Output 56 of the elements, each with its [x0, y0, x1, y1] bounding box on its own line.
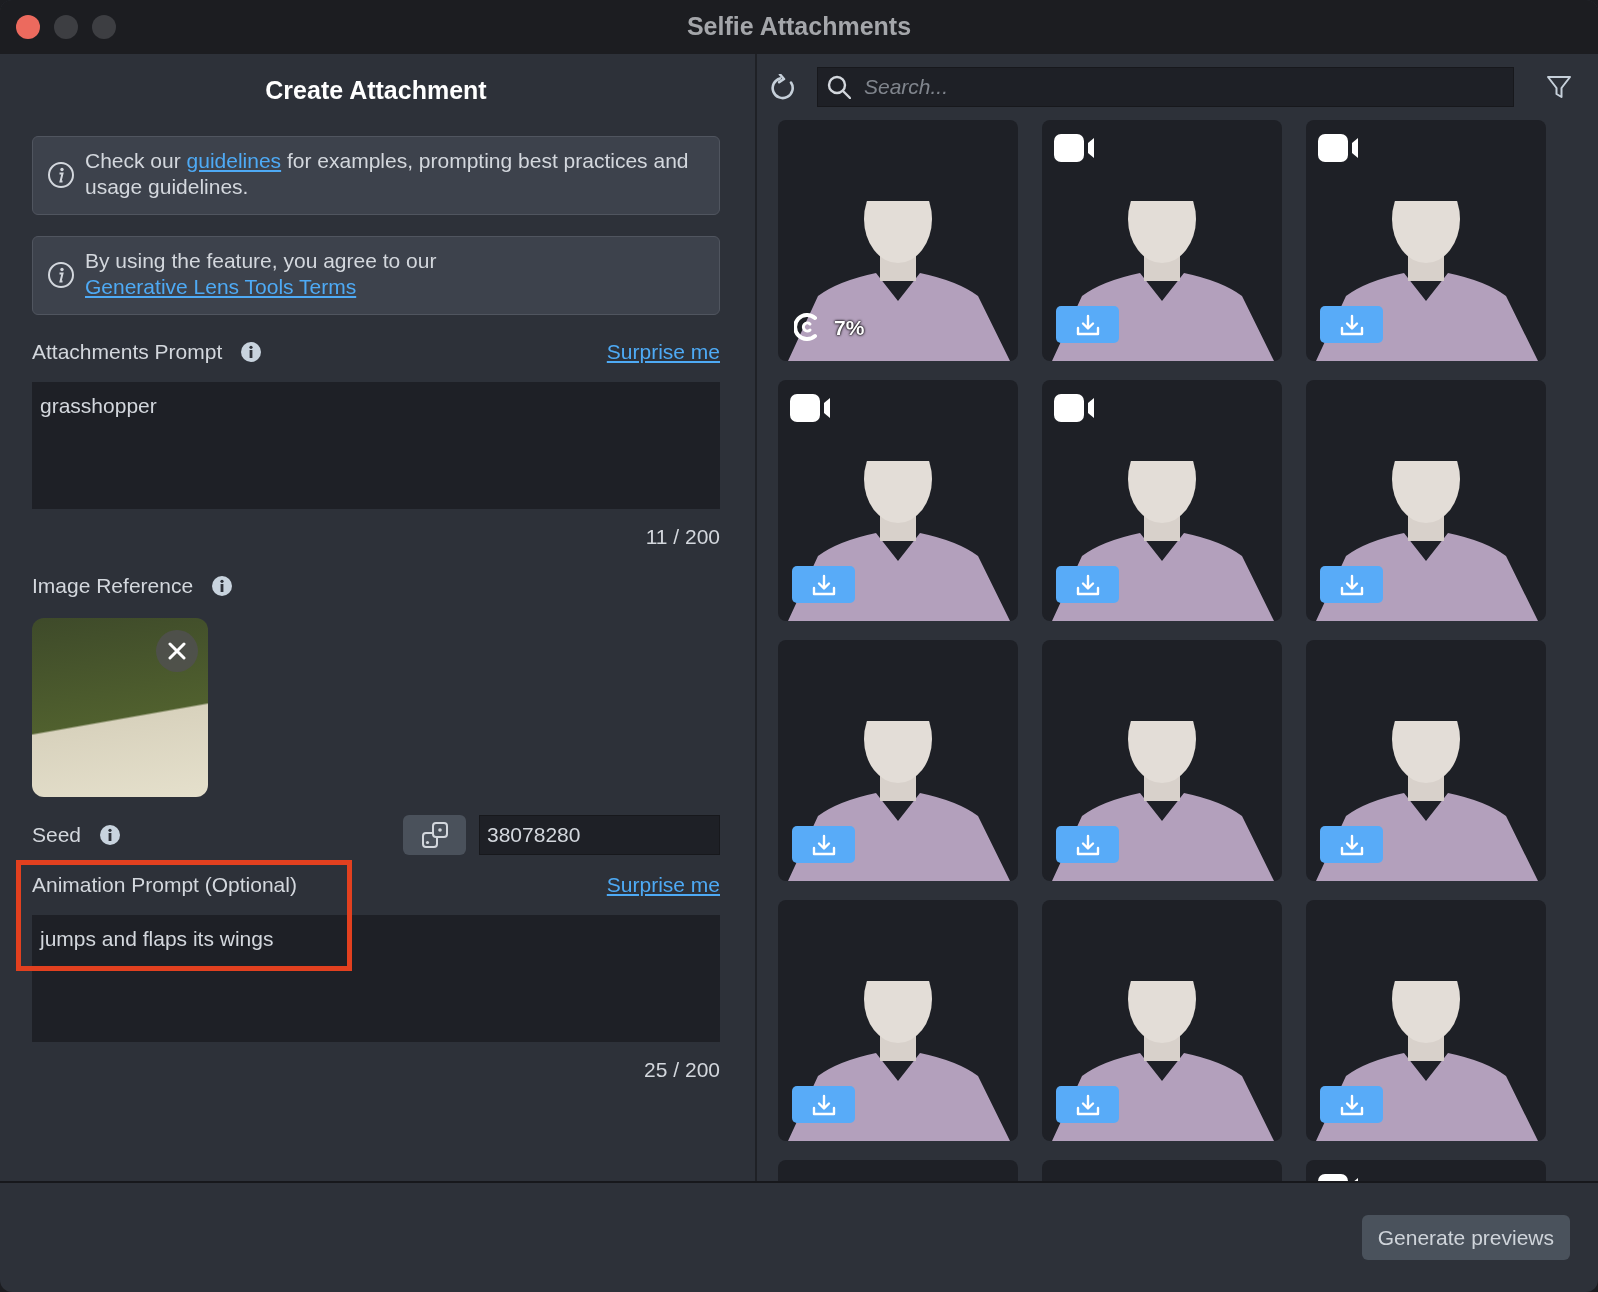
download-icon [1074, 573, 1101, 596]
prompt-field[interactable]: grasshopper [32, 381, 720, 509]
notice-link[interactable]: Generative Lens Tools Terms [85, 274, 357, 298]
preview-tile[interactable] [1306, 640, 1546, 881]
spinner-icon [794, 313, 820, 342]
info-icon[interactable] [211, 575, 234, 597]
download-icon [1074, 833, 1101, 856]
close-icon [168, 642, 186, 660]
download-icon [1338, 1093, 1365, 1116]
search-field[interactable]: Search... [817, 67, 1514, 107]
character-counter: 25 / 200 [643, 1057, 720, 1083]
preview-tile[interactable] [1042, 900, 1282, 1141]
preview-tile[interactable] [1042, 120, 1282, 361]
preview-tile[interactable] [1042, 380, 1282, 621]
preview-tile[interactable] [1042, 640, 1282, 881]
notice-link[interactable]: guidelines [186, 148, 282, 172]
download-icon [1338, 573, 1365, 596]
panel-title: Create Attachment [264, 75, 488, 106]
randomize-button[interactable] [403, 815, 466, 855]
generate-previews-button[interactable]: Generate previews [1361, 1214, 1570, 1261]
info-icon [47, 261, 75, 289]
refresh-icon[interactable] [771, 74, 797, 100]
download-icon [810, 833, 837, 856]
field-label: Image Reference [32, 573, 194, 600]
download-icon [810, 573, 837, 596]
download-icon [1074, 313, 1101, 336]
notice-text: Check our guidelines for examples, prompting best practices and usage guidelines. [85, 147, 690, 200]
close-button[interactable] [16, 15, 40, 39]
dice-icon [420, 821, 449, 849]
download-icon [1338, 313, 1365, 336]
download-icon [810, 1093, 837, 1116]
notice-text: By using the feature, you agree to our Generative Lens Tools Terms [85, 247, 438, 300]
preview-tile[interactable] [1306, 900, 1546, 1141]
filter-icon[interactable] [1546, 75, 1572, 99]
info-icon[interactable] [99, 824, 122, 846]
window-title: Selfie Attachments [686, 11, 912, 43]
download-icon [1074, 1093, 1101, 1116]
preview-tile[interactable] [778, 640, 1018, 881]
surprise-me-link[interactable]: Surprise me [606, 335, 720, 368]
seed-field[interactable]: 38078280 [479, 815, 720, 855]
field-label: Attachments Prompt [32, 338, 223, 365]
preview-tile[interactable] [1306, 380, 1546, 621]
prompt-field[interactable]: jumps and flaps its wings [32, 915, 720, 1042]
preview-tile[interactable] [1306, 120, 1546, 361]
character-counter: 11 / 200 [644, 523, 720, 550]
download-icon [1338, 833, 1365, 856]
remove-button[interactable] [156, 630, 198, 672]
search-icon [827, 75, 851, 99]
preview-tile[interactable] [778, 900, 1018, 1141]
field-label: Seed [32, 822, 82, 849]
info-icon[interactable] [240, 340, 263, 363]
field-label: Animation Prompt (Optional) [32, 872, 297, 899]
preview-tile[interactable] [778, 380, 1018, 621]
info-icon [47, 161, 75, 189]
surprise-me-link[interactable]: Surprise me [606, 869, 720, 901]
progress-percent: 7% [834, 314, 865, 341]
